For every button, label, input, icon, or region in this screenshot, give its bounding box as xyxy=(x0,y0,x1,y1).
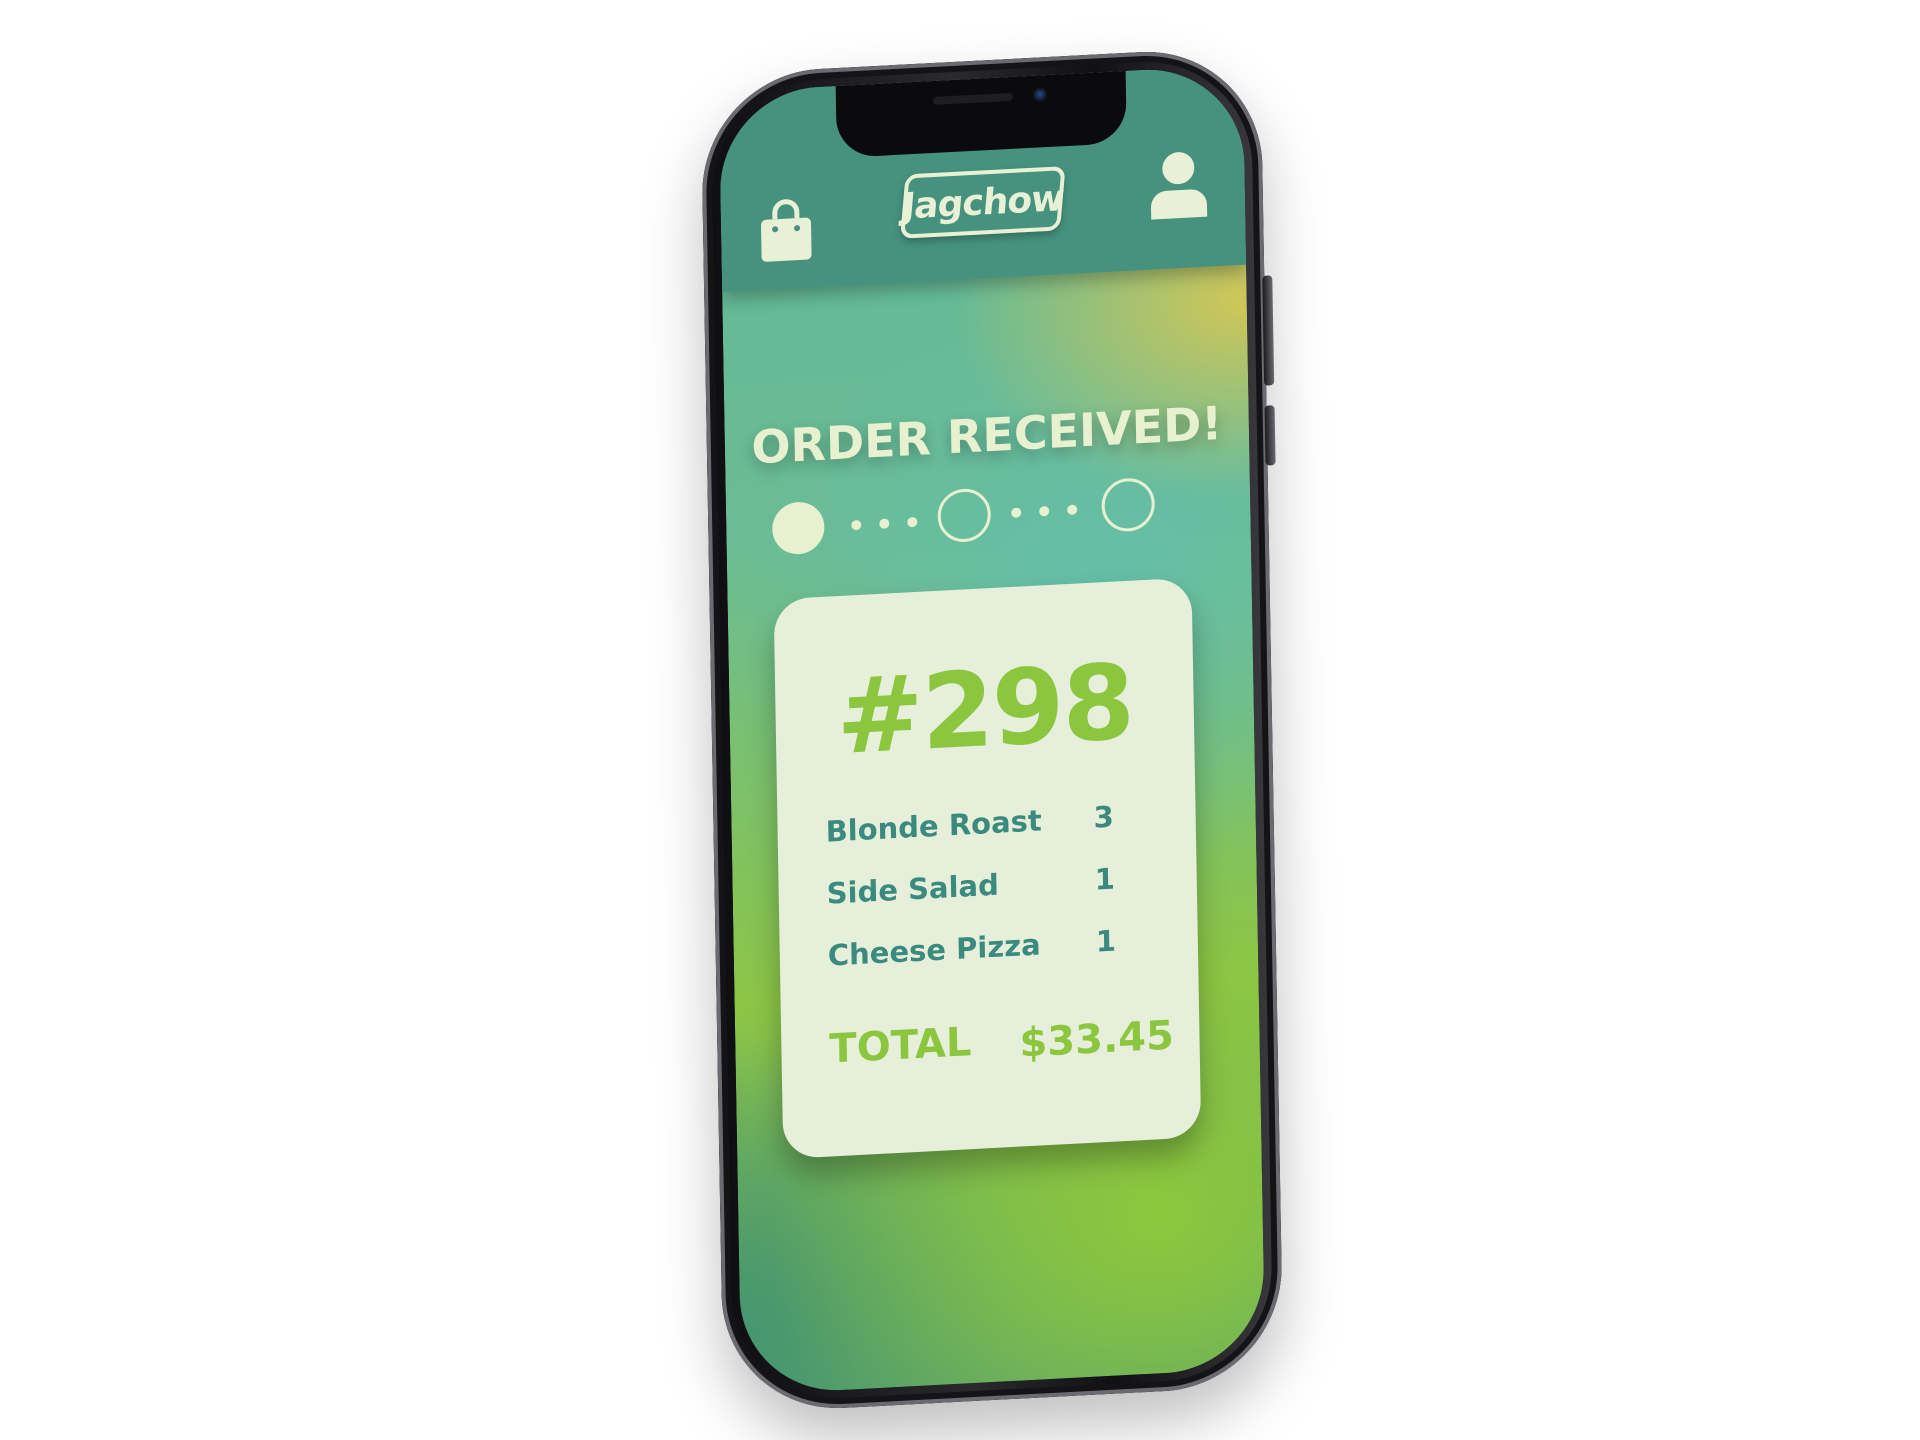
app-logo[interactable]: Jagchow xyxy=(899,166,1066,239)
item-quantity: 1 xyxy=(1095,923,1117,959)
progress-dot xyxy=(851,520,862,531)
order-number: #298 xyxy=(835,640,1134,779)
progress-dot xyxy=(1011,507,1022,518)
side-button xyxy=(1264,405,1276,466)
order-progress-tracker xyxy=(770,463,1211,566)
user-icon[interactable] xyxy=(1146,146,1211,221)
progress-dot xyxy=(907,517,918,528)
order-summary-card: #298 Blonde Roast 3 Side Salad 1 Cheese … xyxy=(773,577,1202,1159)
phone-device: Jagchow ORDER RECEIVED! #298 Blonde Roas… xyxy=(700,45,1284,1415)
progress-step-3-empty xyxy=(1101,478,1155,532)
item-name: Blonde Roast xyxy=(825,803,1043,849)
progress-dot xyxy=(879,518,890,529)
item-quantity: 1 xyxy=(1094,861,1116,897)
stage: Jagchow ORDER RECEIVED! #298 Blonde Roas… xyxy=(0,0,1920,1440)
phone-screen: Jagchow ORDER RECEIVED! #298 Blonde Roas… xyxy=(718,64,1266,1396)
order-items-list: Blonde Roast 3 Side Salad 1 Cheese Pizza… xyxy=(825,799,1128,1001)
speaker xyxy=(932,92,1014,105)
progress-dot xyxy=(1039,506,1050,517)
total-value: $33.45 xyxy=(1019,1012,1175,1067)
progress-step-1-filled xyxy=(772,502,825,555)
progress-dot xyxy=(1067,504,1078,515)
side-button xyxy=(1262,275,1275,386)
progress-step-2-empty xyxy=(937,488,991,542)
order-total-row: TOTAL $33.45 xyxy=(829,1009,1174,1073)
shopping-bag-icon[interactable] xyxy=(757,197,816,264)
front-camera xyxy=(1033,87,1048,102)
item-quantity: 3 xyxy=(1093,799,1115,835)
notch xyxy=(835,70,1127,159)
total-label: TOTAL xyxy=(829,1019,972,1073)
